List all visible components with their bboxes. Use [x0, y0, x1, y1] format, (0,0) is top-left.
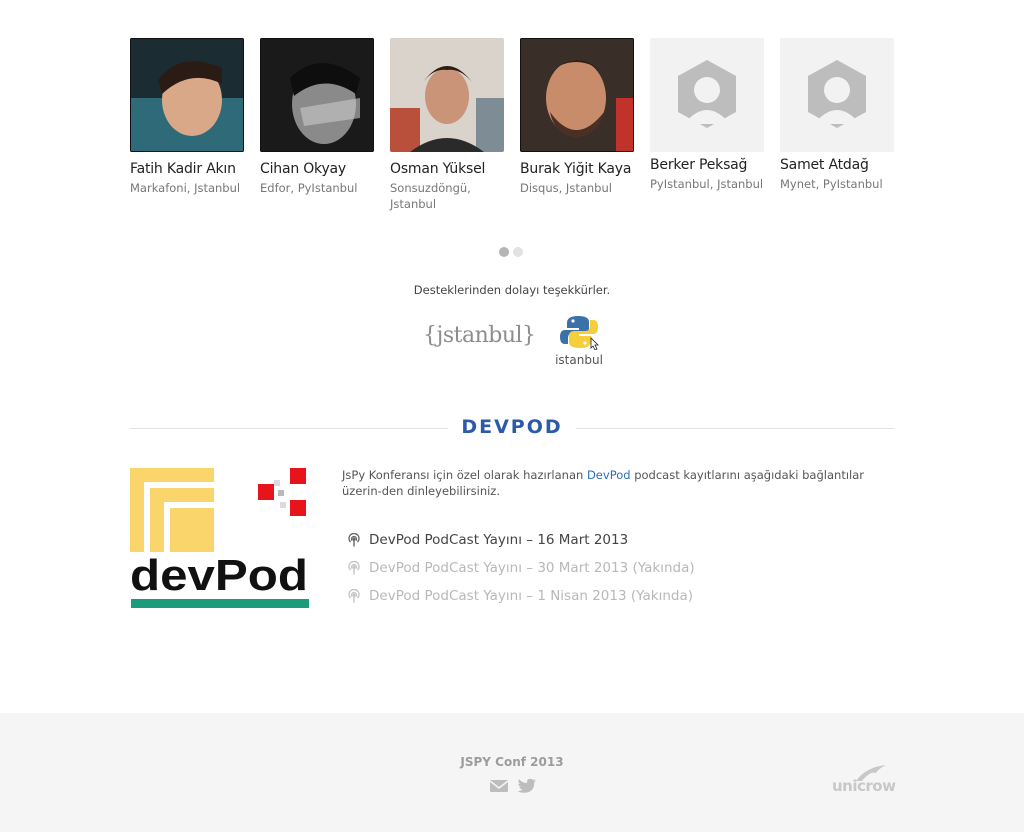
section-divider [130, 428, 448, 429]
carousel-pagination [499, 247, 523, 257]
podcast-episode-label: DevPod PodCast Yayını – 16 Mart 2013 [369, 532, 629, 548]
twitter-icon[interactable] [517, 778, 537, 798]
avatar-placeholder-icon[interactable] [650, 38, 764, 152]
speaker-card[interactable]: Burak Yiğit Kaya Disqus, Jstanbul [520, 38, 638, 196]
speaker-card[interactable]: Osman Yüksel Sonsuzdöngü, Jstanbul [390, 38, 508, 212]
podcast-icon [348, 561, 360, 575]
pyistanbul-logo[interactable]: istanbul [553, 314, 605, 368]
pyistanbul-logo-text: istanbul [555, 353, 603, 367]
podcast-episode-upcoming: DevPod PodCast Yayını – 1 Nisan 2013 (Ya… [347, 582, 695, 610]
speaker-name: Cihan Okyay [260, 161, 347, 177]
devpod-intro: JsPy Konferansı için özel olarak hazırla… [342, 467, 894, 499]
speaker-photo[interactable] [130, 38, 244, 152]
speaker-affiliation: Edfor, PyIstanbul [260, 181, 358, 195]
speaker-affiliation: Disqus, Jstanbul [520, 181, 612, 195]
avatar-placeholder-icon[interactable] [780, 38, 894, 152]
speaker-card[interactable]: Fatih Kadir Akın Markafoni, Jstanbul [130, 38, 248, 196]
section-title: DEVPOD [461, 416, 563, 438]
python-logo-icon [560, 316, 599, 351]
podcast-episode-label: DevPod PodCast Yayını – 30 Mart 2013 (Ya… [369, 560, 695, 576]
intro-text: JsPy Konferansı için özel olarak hazırla… [342, 468, 587, 482]
jstanbul-logo-text: {jstanbul} [423, 323, 536, 348]
carousel-dot-2[interactable] [513, 247, 523, 257]
podcast-list: DevPod PodCast Yayını – 16 Mart 2013 Dev… [347, 526, 695, 610]
carousel-dot-1[interactable] [499, 247, 509, 257]
devpod-logo: devPod [130, 466, 310, 610]
podcast-icon [348, 533, 360, 547]
speaker-card[interactable]: Cihan Okyay Edfor, PyIstanbul [260, 38, 378, 196]
section-divider [576, 428, 894, 429]
speaker-name: Fatih Kadir Akın [130, 161, 236, 177]
speaker-affiliation: Mynet, PyIstanbul [780, 177, 883, 191]
speaker-affiliation: Markafoni, Jstanbul [130, 181, 241, 195]
speaker-name: Burak Yiğit Kaya [520, 161, 632, 177]
speaker-name: Samet Atdağ [780, 157, 869, 173]
speaker-name: Osman Yüksel [390, 161, 486, 177]
footer: JSPY Conf 2013 unicrow [0, 713, 1024, 832]
speaker-name: Berker Peksağ [650, 157, 748, 173]
podcast-icon [348, 589, 360, 603]
speakers-carousel: Fatih Kadir Akın Markafoni, Jstanbul Cih… [130, 38, 900, 218]
jstanbul-logo[interactable]: {jstanbul} [423, 318, 536, 358]
mail-icon[interactable] [489, 778, 509, 798]
podcast-episode-label: DevPod PodCast Yayını – 1 Nisan 2013 (Ya… [369, 588, 694, 604]
devpod-logo-text: devPod [130, 551, 308, 600]
devpod-link[interactable]: DevPod [587, 468, 631, 482]
speaker-card[interactable]: Samet Atdağ Mynet, PyIstanbul [780, 38, 898, 192]
podcast-episode-link[interactable]: DevPod PodCast Yayını – 16 Mart 2013 [347, 526, 695, 554]
speaker-card[interactable]: Berker Peksağ PyIstanbul, Jstanbul [650, 38, 768, 192]
speaker-affiliation: PyIstanbul, Jstanbul [650, 177, 764, 191]
unicrow-logo[interactable]: unicrow [832, 763, 896, 797]
footer-social [489, 778, 537, 798]
sponsors-thanks-text: Desteklerinden dolayı teşekkürler. [413, 283, 611, 297]
speaker-photo[interactable] [520, 38, 634, 152]
unicrow-logo-text: unicrow [832, 777, 896, 795]
speaker-photo[interactable] [390, 38, 504, 152]
speaker-photo[interactable] [260, 38, 374, 152]
podcast-episode-upcoming: DevPod PodCast Yayını – 30 Mart 2013 (Ya… [347, 554, 695, 582]
speaker-affiliation: Sonsuzdöngü, Jstanbul [390, 181, 471, 211]
